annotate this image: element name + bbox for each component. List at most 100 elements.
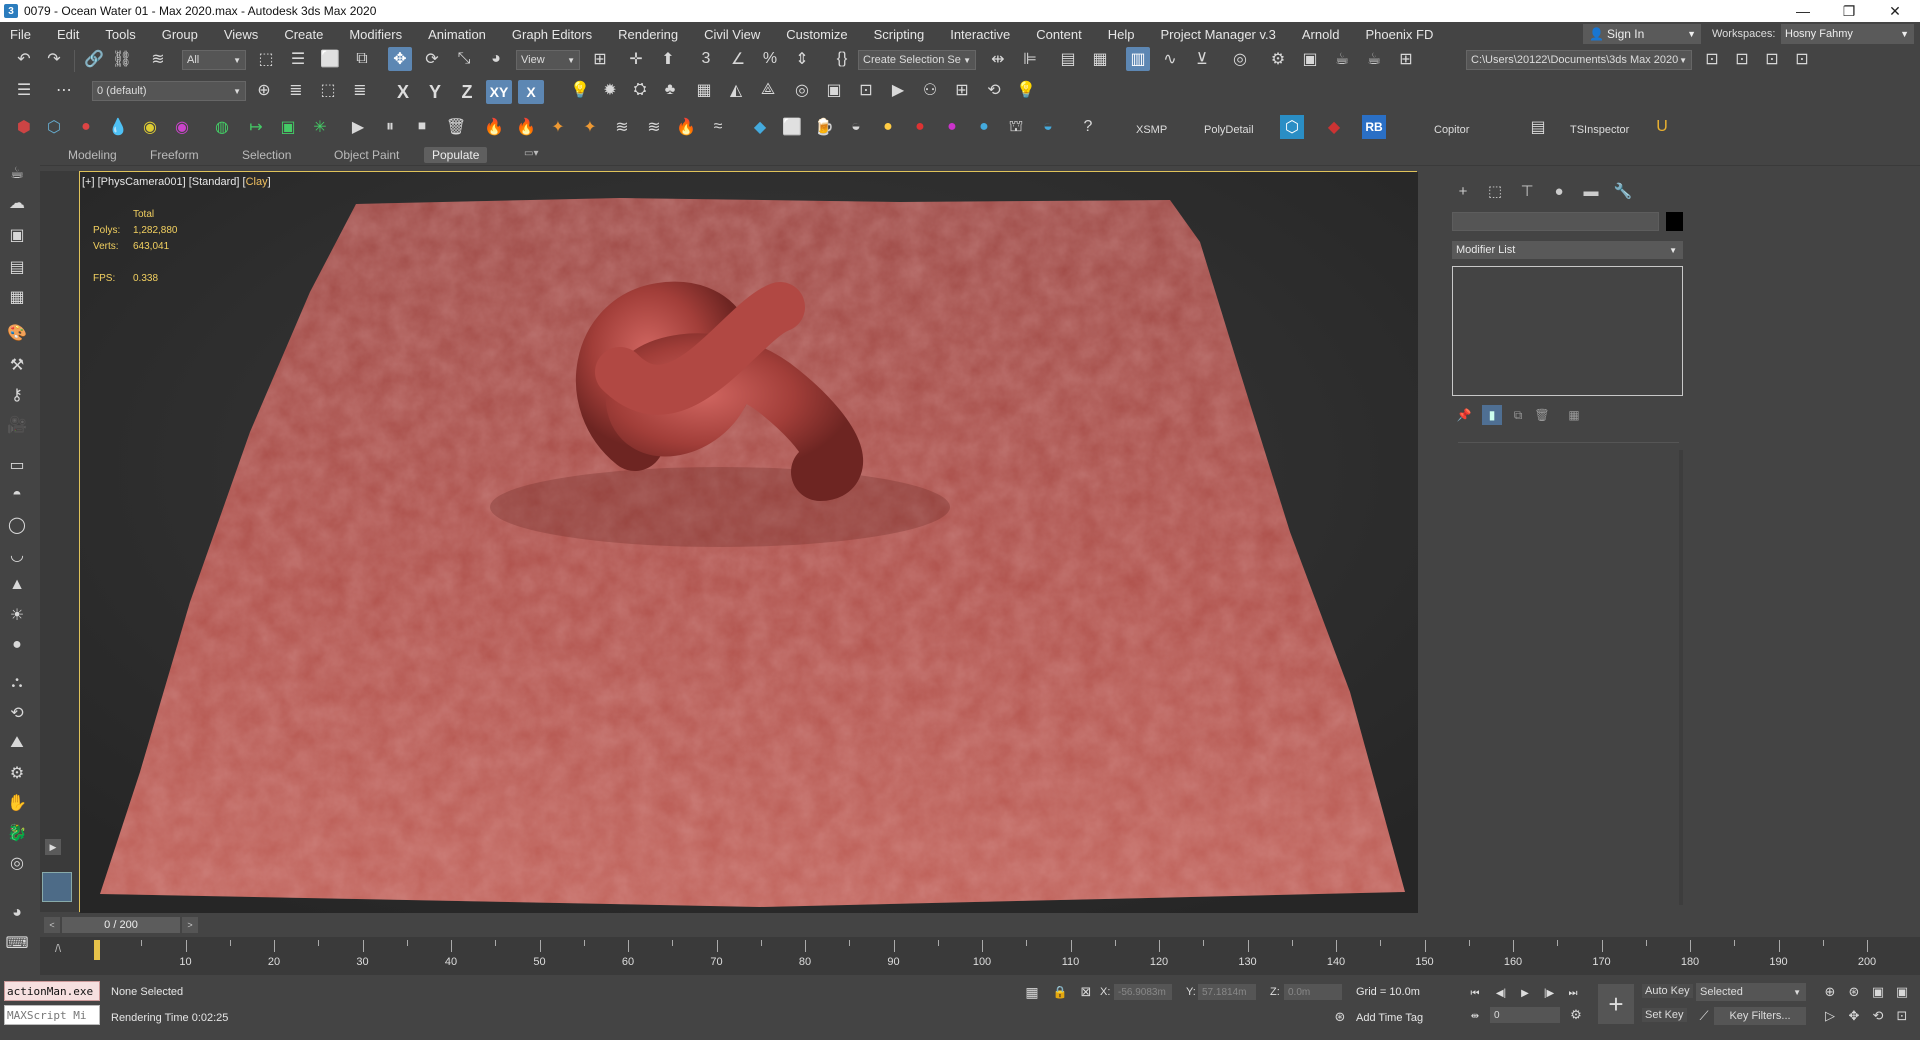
liquid-icon[interactable]: ◆: [748, 115, 772, 139]
render-iterative-icon[interactable]: ☕: [1362, 47, 1386, 71]
pin-stack-icon[interactable]: 📌: [1454, 405, 1474, 425]
play-animation-icon[interactable]: ▶: [1514, 984, 1536, 1002]
y-coord-field[interactable]: 57.1814m: [1198, 984, 1256, 1000]
wave-icon[interactable]: ●: [972, 115, 996, 139]
modifier-list-dropdown[interactable]: Modifier List ▼: [1452, 241, 1683, 259]
help-icon[interactable]: ?: [1076, 115, 1100, 139]
keyboard-shortcut-override-icon[interactable]: ⬆: [656, 47, 680, 71]
ribbon-toggle-icon[interactable]: ▦: [1088, 47, 1112, 71]
transform-icon[interactable]: ◎: [790, 78, 814, 102]
previous-frame-icon[interactable]: ◀|: [1490, 984, 1512, 1002]
rb-button[interactable]: RB: [1362, 115, 1386, 139]
undo-icon[interactable]: ↶: [12, 47, 36, 71]
material-editor-icon[interactable]: ◎: [1228, 47, 1252, 71]
object-color-swatch[interactable]: [1666, 212, 1683, 231]
water-drop-icon[interactable]: 💧: [106, 115, 130, 139]
menu-scripting[interactable]: Scripting: [861, 27, 938, 42]
maximize-button[interactable]: ❐: [1826, 0, 1872, 22]
reference-coordinate-dropdown[interactable]: View ▼: [516, 50, 580, 70]
simulator-icon[interactable]: ⛫: [1004, 115, 1028, 139]
rotate-icon[interactable]: ⟳: [420, 47, 444, 71]
layer-dropdown[interactable]: 0 (default) ▼: [92, 81, 246, 101]
layer-hide-icon[interactable]: ≣: [348, 78, 372, 102]
axis-xz-button[interactable]: X: [518, 80, 544, 104]
beer-icon[interactable]: 🍺: [812, 115, 836, 139]
viewport-layout-icon[interactable]: [42, 872, 72, 902]
named-selection-dropdown[interactable]: Create Selection Se ▼: [858, 50, 976, 70]
layer-stack-icon[interactable]: ≣: [284, 78, 308, 102]
utilities-tab-icon[interactable]: 🔧: [1610, 180, 1636, 202]
phoenix-fire-icon[interactable]: 🔥: [482, 115, 506, 139]
time-slider-thumb[interactable]: 0 / 200: [62, 917, 180, 933]
zoom-all-icon[interactable]: ⊛: [1842, 980, 1866, 1004]
table-icon[interactable]: ▦: [5, 285, 29, 309]
time-slider-next-icon[interactable]: >: [182, 917, 198, 933]
edit-named-selection-icon[interactable]: {}: [830, 47, 854, 71]
viewport-config-icon[interactable]: ▣: [822, 78, 846, 102]
scale-tool-icon[interactable]: ⛰: [5, 731, 29, 755]
select-in-layer-icon[interactable]: ⬚: [316, 78, 340, 102]
hand-icon[interactable]: ✋: [5, 791, 29, 815]
place-icon[interactable]: ◕: [484, 47, 508, 71]
tree-icon[interactable]: ♣: [658, 78, 682, 102]
render-region-icon[interactable]: ▣: [5, 223, 29, 247]
phoenix-wind-icon[interactable]: ≋: [610, 115, 634, 139]
phoenix-turbulence-icon[interactable]: ≋: [642, 115, 666, 139]
modifier-stack[interactable]: [1452, 266, 1683, 396]
cloud-icon[interactable]: ☁: [5, 191, 29, 215]
settings-icon[interactable]: ⚙: [5, 761, 29, 785]
axis-xy-button[interactable]: XY: [486, 80, 512, 104]
spinner-snap-icon[interactable]: ⇕: [790, 47, 814, 71]
time-tag-icon[interactable]: ⊛: [1328, 1005, 1352, 1029]
next-frame-icon[interactable]: |▶: [1538, 984, 1560, 1002]
orb-icon[interactable]: ●: [5, 633, 29, 657]
menu-arnold[interactable]: Arnold: [1289, 27, 1353, 42]
select-manipulate-icon[interactable]: ✛: [624, 47, 648, 71]
link-icon[interactable]: 🔗: [82, 47, 106, 71]
tsinspector-button[interactable]: TSInspector: [1570, 124, 1629, 136]
modify-tab-icon[interactable]: ⬚: [1482, 180, 1508, 202]
cube-icon[interactable]: ▣: [276, 115, 300, 139]
render-production-icon[interactable]: ☕: [1330, 47, 1354, 71]
create-tab-icon[interactable]: +: [1450, 180, 1476, 202]
zoom-extents-all-icon[interactable]: ▣: [1890, 980, 1914, 1004]
menu-modifiers[interactable]: Modifiers: [336, 27, 415, 42]
splash-icon[interactable]: ●: [908, 115, 932, 139]
paint-icon[interactable]: 🎨: [5, 321, 29, 345]
command-panel-scrollbar[interactable]: [1679, 450, 1683, 905]
create-box-icon[interactable]: ⬢: [12, 115, 36, 139]
camera-icon[interactable]: 🎥: [5, 413, 29, 437]
close-button[interactable]: ✕: [1872, 0, 1918, 22]
render-in-cloud-icon[interactable]: ⊞: [1394, 47, 1418, 71]
key-set-dropdown[interactable]: Selected ▼: [1696, 983, 1806, 1001]
u-plugin-icon[interactable]: U: [1650, 115, 1674, 139]
maximize-viewport-icon[interactable]: ⊡: [1890, 1004, 1914, 1028]
script-icon[interactable]: ⌨: [5, 931, 29, 955]
selection-filter-dropdown[interactable]: All ▼: [182, 50, 246, 70]
auto-key-button[interactable]: Auto Key: [1642, 984, 1693, 998]
zoom-icon[interactable]: ⊕: [1818, 980, 1842, 1004]
project-new-icon[interactable]: ⊡: [1730, 47, 1754, 71]
percent-snap-icon[interactable]: %: [758, 47, 782, 71]
cube-plugin-icon[interactable]: ⬡: [1280, 115, 1304, 139]
maxscript-listener-output[interactable]: actionMan.exe: [4, 981, 100, 1001]
foam-icon[interactable]: ●: [876, 115, 900, 139]
ring-icon[interactable]: ◎: [5, 851, 29, 875]
absolute-mode-icon[interactable]: ⊠: [1074, 980, 1098, 1004]
menu-group[interactable]: Group: [149, 27, 211, 42]
configure-sets-icon[interactable]: ▦: [1564, 405, 1584, 425]
wrench-icon[interactable]: ⚒: [5, 353, 29, 377]
minimize-button[interactable]: —: [1780, 0, 1826, 22]
tab-object-paint[interactable]: Object Paint: [334, 148, 399, 162]
viewport-label[interactable]: [+] [PhysCamera001] [Standard] [Clay]: [82, 176, 271, 188]
layer-toggle-icon[interactable]: ⋯: [42, 78, 86, 102]
rendered-frame-window-icon[interactable]: ▣: [1298, 47, 1322, 71]
orbit-icon[interactable]: ⟲: [982, 78, 1006, 102]
axis-y-button[interactable]: Y: [422, 82, 448, 103]
move-icon[interactable]: ✥: [388, 47, 412, 71]
menu-civil-view[interactable]: Civil View: [691, 27, 773, 42]
set-key-big-button[interactable]: +: [1598, 984, 1634, 1024]
particle-icon[interactable]: ◉: [138, 115, 162, 139]
remove-modifier-icon[interactable]: 🗑: [1532, 405, 1552, 425]
viewport-shading-mode[interactable]: Clay: [246, 176, 268, 188]
